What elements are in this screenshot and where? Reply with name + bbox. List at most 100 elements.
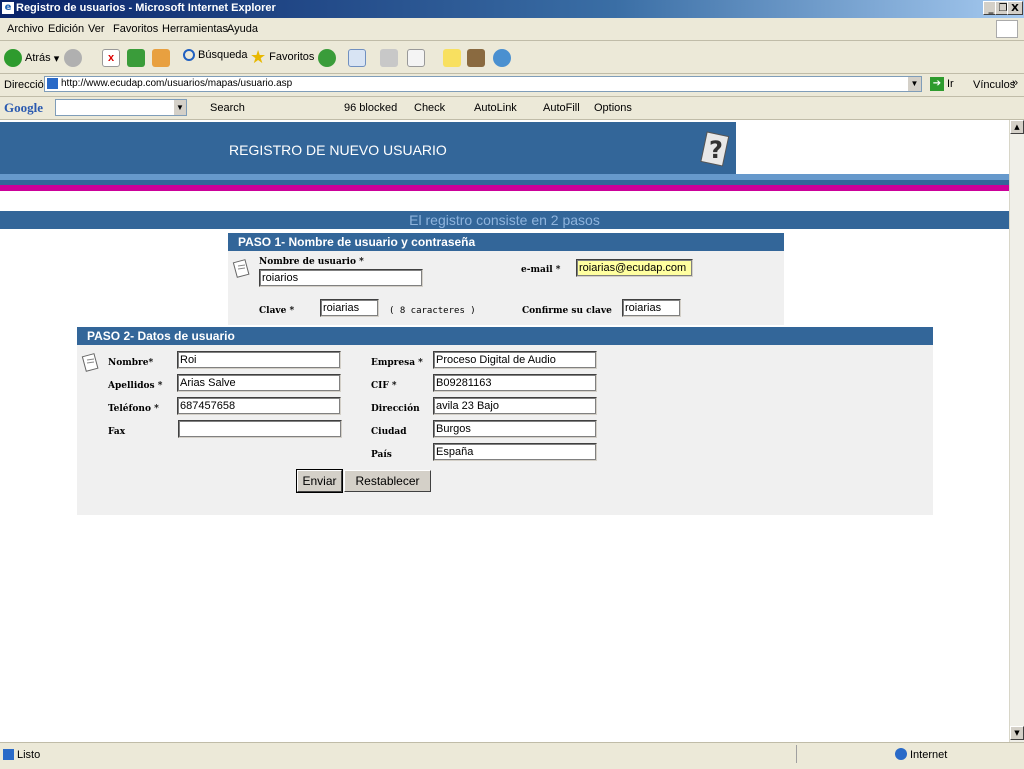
- username-input[interactable]: [259, 269, 423, 287]
- search-button[interactable]: Búsqueda: [183, 49, 248, 61]
- ciudad-label: Ciudad: [371, 427, 407, 437]
- nombre-input[interactable]: [177, 351, 341, 369]
- home-icon[interactable]: [152, 49, 170, 67]
- window-title-bar[interactable]: e Registro de usuarios - Microsoft Inter…: [0, 0, 1024, 18]
- notes-icon[interactable]: [443, 49, 461, 67]
- google-dropdown-icon[interactable]: ▼: [174, 100, 186, 115]
- confirm-password-input[interactable]: [622, 299, 681, 317]
- step2-header: PASO 2- Datos de usuario: [77, 327, 933, 345]
- back-button[interactable]: Atrás ▾: [4, 49, 59, 67]
- back-arrow-icon: [4, 49, 22, 67]
- step1-header: PASO 1- Nombre de usuario y contraseña: [228, 233, 784, 251]
- mail-icon[interactable]: [348, 49, 366, 67]
- options-button[interactable]: Options: [580, 102, 632, 114]
- confirm-password-label: Confirme su clave: [522, 306, 612, 316]
- go-button[interactable]: ➔ Ir: [930, 77, 954, 91]
- messenger-icon[interactable]: [493, 49, 511, 67]
- security-zone: Internet: [910, 749, 948, 761]
- email-input[interactable]: [576, 259, 693, 277]
- steps-banner: El registro consiste en 2 pasos: [0, 211, 1009, 229]
- nombre-label: Nombre*: [108, 358, 154, 368]
- menu-ayuda[interactable]: Ayuda: [227, 23, 258, 35]
- address-dropdown-icon[interactable]: ▼: [908, 77, 921, 91]
- page-icon: [47, 78, 58, 89]
- google-toolbar: Google ▼ Search 96 blocked Check AutoLin…: [0, 97, 1024, 120]
- done-page-icon: [3, 749, 14, 760]
- step1-panel: PASO 1- Nombre de usuario y contraseña N…: [228, 233, 784, 325]
- popup-blocker-button[interactable]: 96 blocked: [330, 102, 397, 114]
- apellidos-input[interactable]: [177, 374, 341, 392]
- header-banner: REGISTRO DE NUEVO USUARIO ?: [0, 122, 736, 174]
- submit-button[interactable]: Enviar: [296, 469, 343, 493]
- username-label: Nombre de usuario *: [259, 257, 364, 267]
- pais-label: País: [371, 450, 392, 460]
- refresh-icon[interactable]: [127, 49, 145, 67]
- links-label[interactable]: Vínculos: [973, 79, 1015, 91]
- fax-input[interactable]: [178, 420, 342, 438]
- step2-panel: PASO 2- Datos de usuario Nombre* Apellid…: [77, 327, 933, 515]
- pais-input[interactable]: [433, 443, 597, 461]
- status-bar: Listo Internet: [0, 742, 1024, 769]
- windows-logo-icon: [996, 20, 1018, 38]
- menu-archivo[interactable]: Archivo: [7, 23, 44, 35]
- telefono-label: Teléfono *: [108, 404, 159, 414]
- stop-icon[interactable]: x: [102, 49, 120, 67]
- autolink-button[interactable]: AutoLink: [460, 102, 517, 114]
- favorites-button[interactable]: ★ Favoritos: [250, 48, 314, 66]
- address-url: http://www.ecudap.com/usuarios/mapas/usu…: [61, 78, 293, 89]
- page-content: REGISTRO DE NUEVO USUARIO ? El registro …: [0, 120, 1009, 742]
- history-icon[interactable]: [318, 49, 336, 67]
- standard-toolbar: Atrás ▾ x Búsqueda ★ Favoritos: [0, 41, 1024, 74]
- scroll-down-icon[interactable]: ▼: [1010, 726, 1024, 740]
- password-label: Clave *: [259, 306, 295, 316]
- menu-edicion[interactable]: Edición: [48, 23, 84, 35]
- ciudad-input[interactable]: [433, 420, 597, 438]
- help-question-icon: ?: [700, 131, 730, 167]
- apellidos-label: Apellidos *: [108, 381, 163, 391]
- print-icon[interactable]: [380, 49, 398, 67]
- chevron-right-icon[interactable]: »: [1012, 77, 1018, 89]
- form-edit-icon: [81, 353, 99, 372]
- globe-icon: [895, 748, 907, 760]
- google-search-button[interactable]: Search: [196, 102, 245, 114]
- direccion-label: Dirección: [371, 404, 420, 414]
- banner-title: REGISTRO DE NUEVO USUARIO: [229, 142, 447, 158]
- close-button[interactable]: X: [1007, 1, 1023, 15]
- scroll-up-icon[interactable]: ▲: [1010, 120, 1024, 134]
- forward-button[interactable]: [64, 49, 82, 67]
- menu-ver[interactable]: Ver: [88, 23, 105, 35]
- dropdown-arrow-icon: ▾: [53, 52, 60, 65]
- edit-icon[interactable]: [407, 49, 425, 67]
- menu-bar: Archivo Edición Ver Favoritos Herramient…: [0, 18, 1024, 41]
- status-divider: [796, 745, 891, 763]
- password-note: ( 8 caracteres ): [389, 306, 476, 316]
- telefono-input[interactable]: [177, 397, 341, 415]
- password-input[interactable]: [320, 299, 379, 317]
- form-edit-icon: [232, 259, 250, 278]
- vertical-scrollbar[interactable]: ▲ ▼: [1009, 120, 1024, 742]
- status-text: Listo: [17, 749, 41, 761]
- cif-input[interactable]: [433, 374, 597, 392]
- ie-icon: e: [2, 2, 14, 14]
- go-arrow-icon: ➔: [930, 77, 944, 91]
- address-label: Dirección: [4, 79, 50, 91]
- address-bar: Dirección http://www.ecudap.com/usuarios…: [0, 74, 1024, 97]
- autofill-button[interactable]: AutoFill: [529, 102, 580, 114]
- email-label: e-mail *: [521, 265, 561, 275]
- menu-herramientas[interactable]: Herramientas: [162, 23, 228, 35]
- stripe-magenta: [0, 185, 1009, 191]
- reset-button[interactable]: Restablecer: [344, 470, 431, 492]
- menu-favoritos[interactable]: Favoritos: [113, 23, 158, 35]
- google-search-input[interactable]: [55, 99, 187, 116]
- fax-label: Fax: [108, 427, 126, 437]
- direccion-input[interactable]: [433, 397, 597, 415]
- magnifier-icon: [183, 49, 195, 61]
- svg-text:?: ?: [709, 136, 723, 164]
- google-logo[interactable]: Google: [4, 100, 43, 116]
- research-icon[interactable]: [467, 49, 485, 67]
- empresa-label: Empresa *: [371, 358, 423, 368]
- cif-label: CIF *: [371, 381, 397, 391]
- address-input[interactable]: http://www.ecudap.com/usuarios/mapas/usu…: [44, 76, 922, 92]
- spell-check-button[interactable]: Check: [400, 102, 445, 114]
- empresa-input[interactable]: [433, 351, 597, 369]
